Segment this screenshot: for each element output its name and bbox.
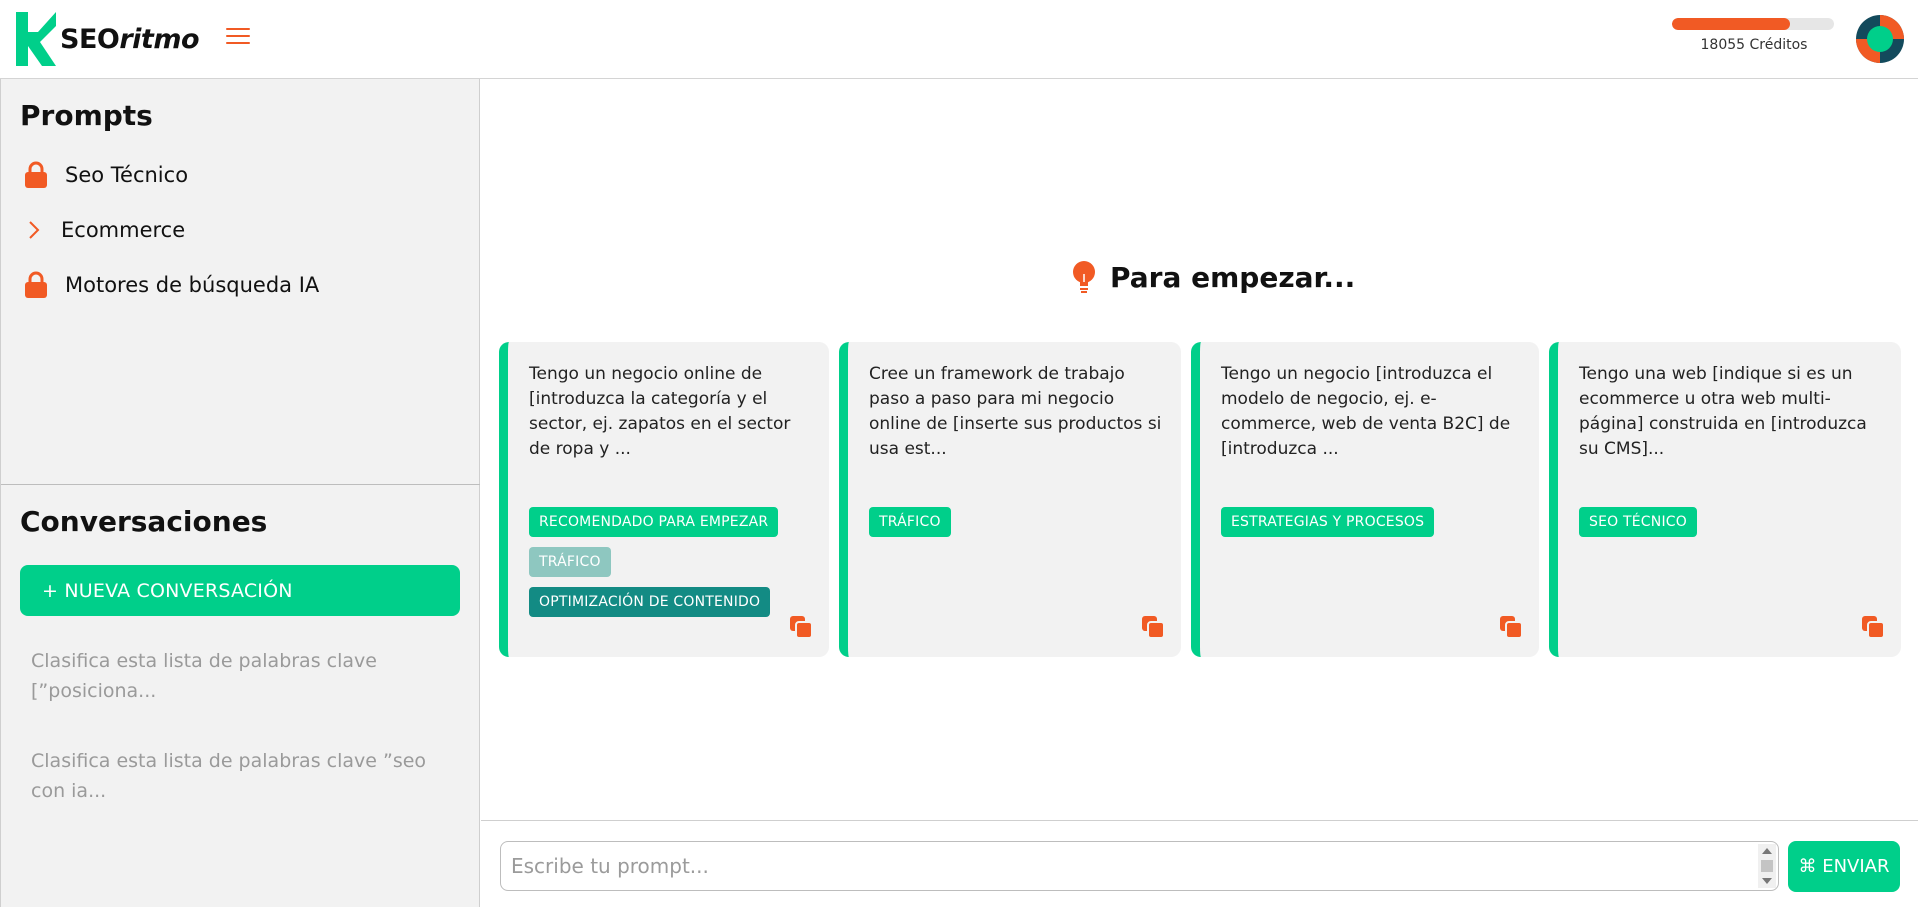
prompt-category-label: Motores de búsqueda IA (65, 273, 320, 297)
copy-icon[interactable] (1499, 615, 1523, 639)
chevron-right-icon (27, 216, 41, 244)
prompt-category-label: Ecommerce (61, 218, 186, 242)
top-header: SEOritmo 18055 Créditos (0, 0, 1918, 79)
credits-label: 18055 Créditos (1700, 37, 1808, 53)
copy-icon[interactable] (1861, 615, 1885, 639)
send-button[interactable]: ⌘ ENVIAR (1788, 841, 1900, 892)
prompt-input[interactable] (500, 841, 1779, 891)
prompt-card[interactable]: Tengo una web [indique si es un ecommerc… (1549, 342, 1901, 657)
copy-icon[interactable] (1141, 615, 1165, 639)
prompt-category-motores-ia[interactable]: Motores de búsqueda IA (23, 271, 319, 299)
prompt-card-text: Tengo un negocio online de [introduzca l… (529, 364, 791, 459)
menu-icon[interactable] (226, 28, 250, 48)
credits-progress-fill (1672, 18, 1791, 30)
tag-badge[interactable]: TRÁFICO (529, 547, 611, 577)
starter-title: Para empezar... (1110, 260, 1356, 294)
prompt-card[interactable]: Cree un framework de trabajo paso a paso… (839, 342, 1181, 657)
conversation-item[interactable]: Clasifica esta lista de palabras clave [… (31, 646, 451, 706)
tag-badge[interactable]: SEO TÉCNICO (1579, 507, 1697, 537)
credits-progress-bar (1672, 18, 1834, 30)
sidebar-divider (1, 484, 480, 485)
tag-badge[interactable]: TRÁFICO (869, 507, 951, 537)
tag-badge[interactable]: OPTIMIZACIÓN DE CONTENIDO (529, 587, 771, 617)
new-conversation-button[interactable]: + NUEVA CONVERSACIÓN (20, 565, 460, 616)
prompt-category-seo-tecnico[interactable]: Seo Técnico (23, 161, 188, 189)
prompt-card-text: Tengo un negocio [introduzca el modelo d… (1221, 364, 1511, 459)
credits-indicator: 18055 Créditos (1672, 18, 1836, 53)
prompt-card[interactable]: Tengo un negocio [introduzca el modelo d… (1191, 342, 1539, 657)
conversations-title: Conversaciones (20, 505, 268, 538)
logo-text: SEOritmo (60, 23, 200, 55)
lightbulb-icon (1073, 261, 1095, 293)
prompt-card[interactable]: Tengo un negocio online de [introduzca l… (499, 342, 829, 657)
input-scrollbar[interactable] (1758, 844, 1776, 888)
avatar[interactable] (1854, 14, 1906, 64)
prompt-category-label: Seo Técnico (65, 163, 189, 187)
tag-badge[interactable]: ESTRATEGIAS Y PROCESOS (1221, 507, 1435, 537)
composer: ⌘ ENVIAR (481, 820, 1918, 907)
lock-icon (23, 161, 49, 189)
prompts-title: Prompts (20, 99, 153, 132)
seoritmo-logo[interactable]: SEOritmo (16, 12, 206, 66)
sidebar: Prompts Seo Técnico Ecommerce Motores de… (0, 79, 480, 907)
starter-heading: Para empezar... (1068, 260, 1355, 294)
logo-mark-icon (16, 12, 56, 66)
prompt-category-ecommerce[interactable]: Ecommerce (23, 216, 185, 244)
lock-icon (23, 271, 49, 299)
copy-icon[interactable] (789, 615, 813, 639)
prompt-card-text: Tengo una web [indique si es un ecommerc… (1579, 364, 1867, 459)
conversation-item[interactable]: Clasifica esta lista de palabras clave ”… (31, 746, 451, 806)
tag-badge[interactable]: RECOMENDADO PARA EMPEZAR (529, 507, 779, 537)
prompt-card-text: Cree un framework de trabajo paso a paso… (869, 364, 1162, 459)
